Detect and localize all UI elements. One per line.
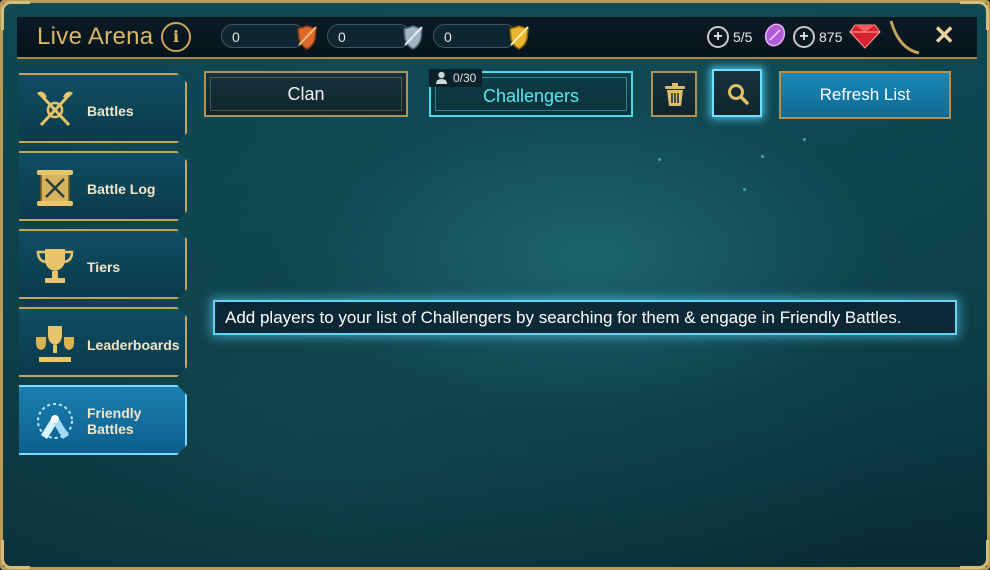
top-bar: Live Arena i 0 0 0 + 5/5 + 875 ✕ [17, 17, 977, 59]
frame-corner [960, 540, 989, 569]
silver-counter: 0 [327, 24, 423, 50]
sidebar-item-label: Battles [87, 103, 134, 119]
scroll-swords-icon [33, 167, 77, 209]
empty-state-message: Add players to your list of Challengers … [213, 300, 957, 335]
gold-counter-value: 0 [444, 29, 452, 45]
add-tokens-button[interactable]: + [707, 26, 729, 48]
particle [761, 155, 764, 158]
horn-ornament-icon [889, 20, 920, 55]
sidebar-item-label: Leaderboards [87, 337, 180, 353]
challengers-count-badge: 0/30 [429, 69, 483, 87]
crossed-axes-icon [33, 89, 77, 131]
gold-counter: 0 [433, 24, 529, 50]
sidebar-item-label: Tiers [87, 259, 121, 275]
sidebar-item-label: Battle Log [87, 181, 156, 197]
trash-icon [665, 83, 685, 106]
ruby-gem-icon [849, 24, 881, 49]
sidebar-item-tiers[interactable]: Tiers [19, 229, 187, 299]
tab-inner-border [210, 77, 402, 111]
add-gems-button[interactable]: + [793, 26, 815, 48]
search-button[interactable] [712, 69, 762, 117]
bronze-counter-value: 0 [232, 29, 240, 45]
tab-clan[interactable]: Clan [204, 71, 408, 117]
sidebar-item-label-line1: Friendly [87, 405, 142, 421]
sidebar-item-leaderboards[interactable]: Leaderboards [19, 307, 187, 377]
sidebar-item-label-line2: Battles [87, 421, 134, 437]
silver-counter-value: 0 [338, 29, 346, 45]
trophy-icon [33, 245, 77, 287]
challengers-count-value: 0/30 [453, 71, 477, 85]
close-button[interactable]: ✕ [933, 20, 955, 51]
particle [658, 158, 661, 161]
handshake-icon [33, 401, 77, 443]
gems-value: 875 [819, 29, 843, 45]
sidebar-item-friendly-battles[interactable]: Friendly Battles [19, 385, 187, 455]
sidebar-item-battles[interactable]: Battles [19, 73, 187, 143]
frame-corner [1, 540, 30, 569]
delete-button[interactable] [651, 71, 697, 117]
tokens-value: 5/5 [733, 29, 753, 45]
bronze-counter: 0 [221, 24, 317, 50]
page-title: Live Arena [37, 23, 154, 50]
purple-token-icon [764, 23, 786, 47]
silver-shield-icon [403, 25, 423, 50]
person-icon [436, 71, 447, 84]
sidebar-item-battle-log[interactable]: Battle Log [19, 151, 187, 221]
gold-shield-icon [509, 25, 529, 50]
refresh-list-button[interactable]: Refresh List [779, 71, 951, 119]
search-icon [728, 84, 749, 105]
bronze-shield-icon [297, 25, 317, 50]
trophies-icon [33, 323, 77, 365]
info-button[interactable]: i [161, 22, 191, 52]
game-window: Live Arena i 0 0 0 + 5/5 + 875 ✕ Battles… [0, 0, 990, 570]
tab-challengers-label: Challengers [482, 86, 580, 106]
particle [803, 138, 806, 141]
particle [743, 188, 746, 191]
